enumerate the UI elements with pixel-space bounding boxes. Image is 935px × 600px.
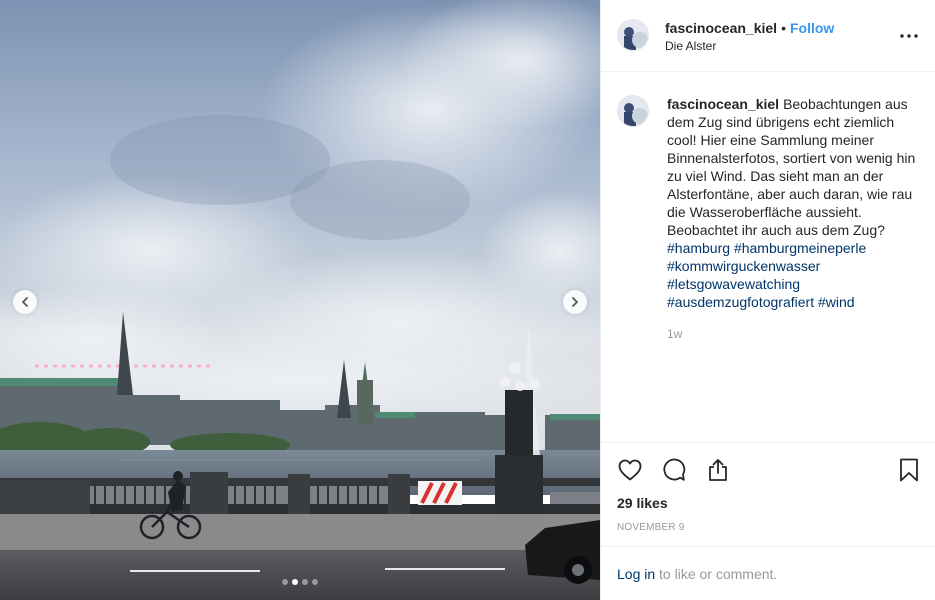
hashtag-link[interactable]: #letsgowavewatching [667, 276, 800, 292]
login-suffix: to like or comment. [659, 566, 778, 582]
avatar[interactable] [617, 19, 649, 51]
hashtag-link[interactable]: #hamburgmeineperle [734, 240, 866, 256]
follow-button[interactable]: Follow [790, 20, 834, 36]
more-options-button[interactable] [899, 26, 919, 46]
login-link[interactable]: Log in [617, 566, 655, 582]
comment-button[interactable] [661, 457, 687, 483]
separator-dot: • [781, 20, 786, 36]
post-caption: fascinocean_kiel Beobachtungen aus dem Zu… [667, 95, 925, 311]
share-button[interactable] [705, 457, 731, 483]
carousel-prev-button[interactable] [13, 290, 37, 314]
location-link[interactable]: Die Alster [665, 39, 716, 53]
carousel-dot [302, 579, 308, 585]
hashtag-link[interactable]: #wind [818, 294, 855, 310]
carousel-next-button[interactable] [563, 290, 587, 314]
likes-count[interactable]: 29 likes [617, 495, 668, 511]
hashtag-link[interactable]: #ausdemzugfotografiert [667, 294, 814, 310]
post-date: November 9 [617, 522, 685, 533]
instagram-post: fascinocean_kiel • Follow Die Alster fas… [0, 0, 935, 600]
post-photo [0, 0, 600, 600]
post-side-panel: fascinocean_kiel • Follow Die Alster fas… [600, 0, 935, 600]
login-prompt-text: Log in to like or comment. [617, 566, 777, 582]
post-header: fascinocean_kiel • Follow Die Alster [601, 0, 935, 72]
more-horizontal-icon [900, 34, 918, 38]
username-link[interactable]: fascinocean_kiel [665, 20, 777, 36]
share-icon [709, 459, 727, 481]
bookmark-icon [900, 458, 918, 482]
carousel-dot [282, 579, 288, 585]
photo-binnenalster [0, 0, 600, 600]
caption-avatar[interactable] [617, 95, 649, 127]
login-prompt: Log in to like or comment. [601, 546, 935, 600]
header-user-line: fascinocean_kiel • Follow [665, 20, 834, 37]
caption-timestamp: 1w [667, 327, 683, 341]
hashtag-link[interactable]: #kommwirguckenwasser [667, 258, 820, 274]
comment-icon [663, 458, 686, 481]
avatar-image [618, 96, 648, 126]
comments-section: fascinocean_kiel Beobachtungen aus dem Zu… [601, 73, 935, 441]
like-button[interactable] [617, 457, 643, 483]
chevron-left-icon [22, 297, 28, 307]
carousel-dot [292, 579, 298, 585]
hashtag-link[interactable]: #hamburg [667, 240, 730, 256]
heart-icon [618, 459, 642, 481]
chevron-right-icon [572, 297, 578, 307]
save-button[interactable] [896, 457, 922, 483]
post-actions: 29 likes November 9 [601, 442, 935, 546]
carousel-dot [312, 579, 318, 585]
caption-username-link[interactable]: fascinocean_kiel [667, 96, 779, 112]
carousel-indicator [282, 579, 318, 585]
caption-text: Beobachtungen aus dem Zug sind übrigens … [667, 96, 916, 238]
avatar-image [618, 20, 648, 50]
